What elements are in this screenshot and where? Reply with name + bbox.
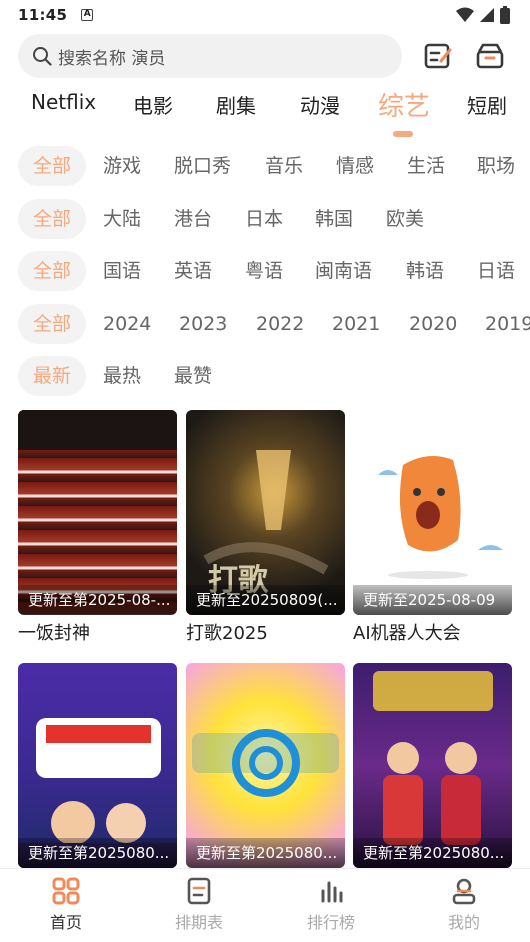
wifi-icon xyxy=(456,7,474,22)
chip-sort-hottest[interactable]: 最热 xyxy=(103,356,141,396)
nav-home-label: 首页 xyxy=(49,913,82,932)
poster-image: 更新至第2025-08-... xyxy=(18,410,177,615)
ranking-icon xyxy=(321,881,343,903)
active-tab-indicator xyxy=(393,131,413,137)
filter-row-language: 全部 国语 英语 粤语 闽南语 韩语 日语 xyxy=(0,251,530,291)
update-status: 更新至第2025080... xyxy=(186,838,345,868)
card-title: 打歌2025 xyxy=(186,623,268,644)
chip-genre-emotion[interactable]: 情感 xyxy=(336,146,374,186)
chip-lang-english[interactable]: 英语 xyxy=(174,251,212,291)
search-input[interactable]: 搜索名称 演员 xyxy=(18,34,402,78)
update-status: 更新至第2025080... xyxy=(353,838,512,868)
chip-lang-cantonese[interactable]: 粤语 xyxy=(245,251,283,291)
chip-lang-korean[interactable]: 韩语 xyxy=(406,251,444,291)
chip-year-2023[interactable]: 2023 xyxy=(179,304,227,344)
filter-row-sort: 最新 最热 最赞 xyxy=(0,356,530,396)
notification-a-icon: A xyxy=(81,9,94,21)
tab-anime[interactable]: 动漫 xyxy=(300,90,340,119)
chip-genre-game[interactable]: 游戏 xyxy=(103,146,141,186)
search-row: 搜索名称 演员 xyxy=(18,34,512,78)
poster-image: 更新至第2025080... xyxy=(18,663,177,868)
chip-genre-talkshow[interactable]: 脱口秀 xyxy=(174,146,231,186)
nav-home[interactable]: 首页 xyxy=(26,877,106,933)
chip-genre-workplace[interactable]: 职场 xyxy=(477,146,515,186)
update-status: 更新至20250809(... xyxy=(186,585,345,615)
nav-profile[interactable]: 我的 xyxy=(424,877,504,933)
top-tabs: Netflix 电影 剧集 动漫 综艺 短剧 xyxy=(0,90,530,140)
nav-schedule-label: 排期表 xyxy=(174,913,223,932)
chip-year-2024[interactable]: 2024 xyxy=(103,304,151,344)
card-item[interactable]: 更新至2025-08-09 AI机器人大会 xyxy=(353,410,512,645)
chip-genre-all[interactable]: 全部 xyxy=(18,146,87,186)
profile-icon xyxy=(452,878,476,905)
chip-year-2020[interactable]: 2020 xyxy=(409,304,457,344)
chip-lang-japanese[interactable]: 日语 xyxy=(477,251,515,291)
card-item[interactable]: 更新至第2025-08-... 一饭封神 xyxy=(18,410,177,645)
update-status: 更新至第2025-08-... xyxy=(18,585,177,615)
tab-shorts[interactable]: 短剧 xyxy=(467,90,507,119)
chip-year-all[interactable]: 全部 xyxy=(18,304,87,344)
poster-image: 更新至第2025080... xyxy=(186,663,345,868)
filter-row-year: 全部 2024 2023 2022 2021 2020 2019 xyxy=(0,304,530,344)
nav-ranking-label: 排行榜 xyxy=(306,913,355,932)
chip-region-japan[interactable]: 日本 xyxy=(245,199,283,239)
chip-sort-liked[interactable]: 最赞 xyxy=(174,356,212,396)
edit-list-icon[interactable] xyxy=(422,40,454,72)
home-grid-icon xyxy=(52,877,80,905)
tab-variety[interactable]: 综艺 xyxy=(378,86,430,123)
chip-year-2022[interactable]: 2022 xyxy=(256,304,304,344)
card-title: 一饭封神 xyxy=(18,623,90,644)
battery-icon xyxy=(500,6,510,24)
nav-schedule[interactable]: 排期表 xyxy=(159,877,239,933)
chip-region-all[interactable]: 全部 xyxy=(18,199,87,239)
chip-genre-life[interactable]: 生活 xyxy=(407,146,445,186)
card-item[interactable]: 更新至第2025080... xyxy=(18,663,177,872)
tab-movies[interactable]: 电影 xyxy=(133,90,173,119)
nav-ranking[interactable]: 排行榜 xyxy=(291,877,371,933)
chip-year-2019[interactable]: 2019 xyxy=(485,304,530,344)
chip-region-korea[interactable]: 韩国 xyxy=(315,199,353,239)
archive-box-icon[interactable] xyxy=(474,40,506,72)
card-item[interactable]: 打歌 更新至20250809(... 打歌2025 xyxy=(186,410,345,645)
chip-region-western[interactable]: 欧美 xyxy=(386,199,424,239)
card-title: AI机器人大会 xyxy=(353,623,461,644)
chip-lang-mandarin[interactable]: 国语 xyxy=(103,251,141,291)
update-status: 更新至第2025080... xyxy=(18,838,177,868)
status-bar: 11:45 A xyxy=(0,0,530,30)
chip-genre-music[interactable]: 音乐 xyxy=(265,146,303,186)
filter-row-region: 全部 大陆 港台 日本 韩国 欧美 xyxy=(0,199,530,239)
chip-region-mainland[interactable]: 大陆 xyxy=(103,199,141,239)
search-icon xyxy=(33,47,52,66)
tab-netflix[interactable]: Netflix xyxy=(31,90,96,114)
filter-row-genre: 全部 游戏 脱口秀 音乐 情感 生活 职场 xyxy=(0,146,530,186)
signal-icon xyxy=(480,8,494,22)
search-placeholder: 搜索名称 演员 xyxy=(58,48,166,69)
status-right xyxy=(456,6,510,24)
poster-image: 打歌 更新至20250809(... xyxy=(186,410,345,615)
chip-year-2021[interactable]: 2021 xyxy=(332,304,380,344)
card-item[interactable]: 更新至第2025080... xyxy=(353,663,512,872)
nav-profile-label: 我的 xyxy=(447,913,480,932)
status-time: 11:45 xyxy=(18,6,68,24)
schedule-icon xyxy=(187,877,211,905)
poster-image: 更新至2025-08-09 xyxy=(353,410,512,615)
card-item[interactable]: 更新至第2025080... xyxy=(186,663,345,872)
chip-region-hktw[interactable]: 港台 xyxy=(174,199,212,239)
chip-lang-minnan[interactable]: 闽南语 xyxy=(315,251,372,291)
update-status: 更新至2025-08-09 xyxy=(353,585,512,615)
poster-image: 更新至第2025080... xyxy=(353,663,512,868)
tab-series[interactable]: 剧集 xyxy=(216,90,256,119)
chip-lang-all[interactable]: 全部 xyxy=(18,251,87,291)
chip-sort-latest[interactable]: 最新 xyxy=(18,356,87,396)
bottom-nav: 首页 排期表 排行榜 我的 xyxy=(0,868,530,942)
